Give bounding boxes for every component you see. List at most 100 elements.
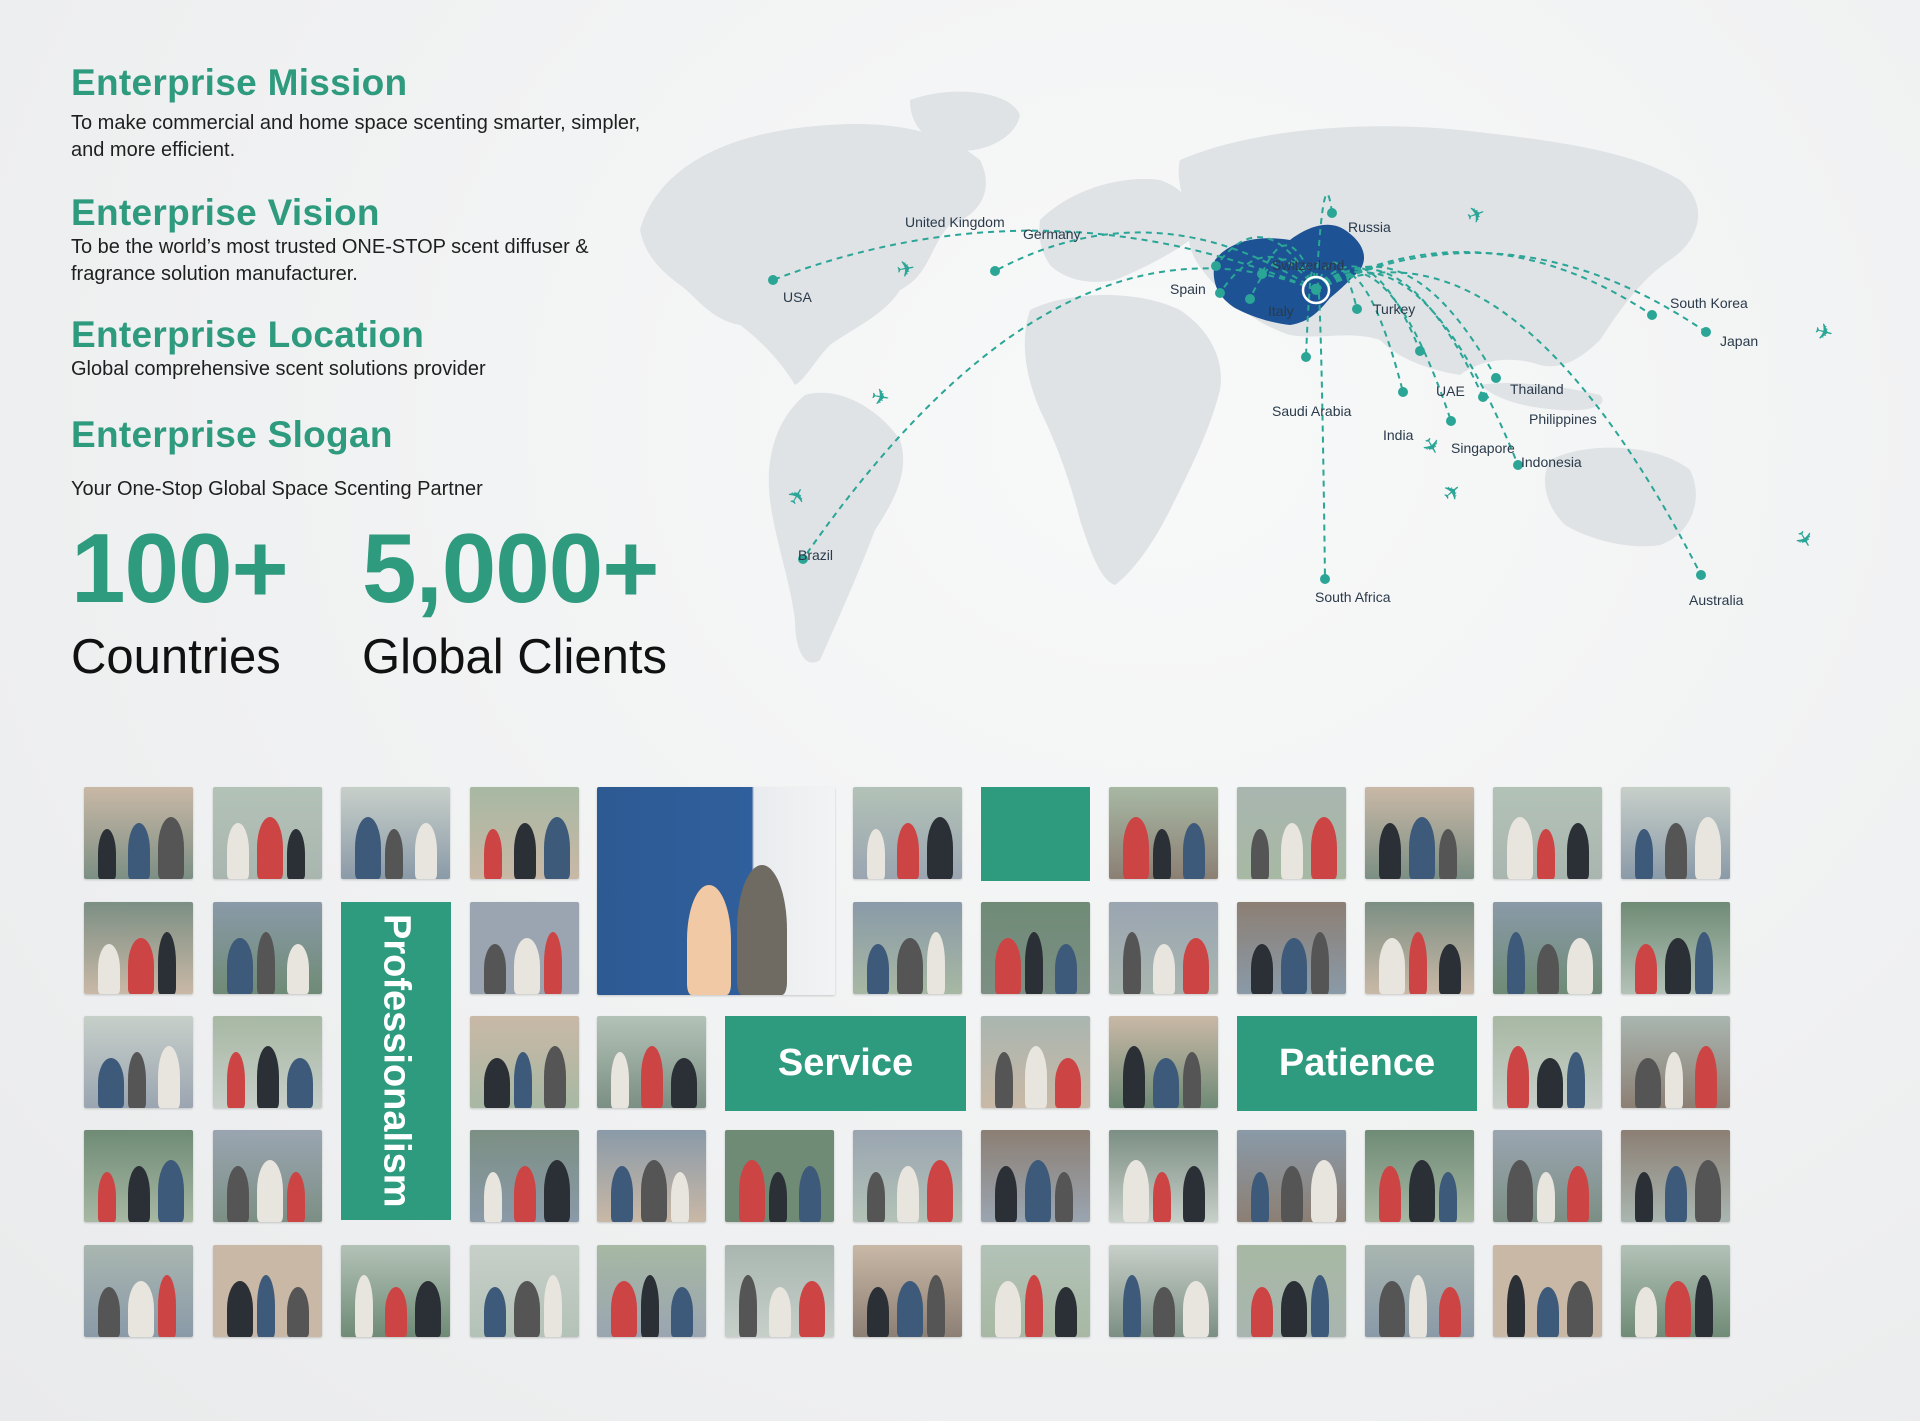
- event-photo: [1237, 902, 1346, 994]
- person-shape: [1695, 817, 1721, 879]
- person-shape: [1635, 1172, 1653, 1222]
- city-dot: [1478, 392, 1488, 402]
- city-dot: [1446, 416, 1456, 426]
- person-shape: [544, 1046, 566, 1108]
- person-shape: [98, 944, 120, 994]
- event-photo: [213, 902, 322, 994]
- person-shape: [1537, 1172, 1555, 1222]
- person-shape: [287, 829, 305, 879]
- person-shape: [1665, 1052, 1683, 1108]
- person-shape: [1537, 1287, 1559, 1337]
- person-shape: [227, 823, 249, 879]
- location-text: Global comprehensive scent solutions pro…: [71, 358, 486, 380]
- person-shape: [737, 865, 787, 995]
- event-photo: [84, 1245, 193, 1337]
- person-shape: [1439, 944, 1461, 994]
- person-shape: [1183, 1052, 1201, 1108]
- slogan-block: Enterprise Slogan Your One-Stop Global S…: [71, 414, 751, 503]
- vision-title: Enterprise Vision: [71, 192, 380, 233]
- person-shape: [1025, 1160, 1051, 1222]
- person-shape: [1379, 938, 1405, 994]
- event-photo: [1109, 787, 1218, 879]
- person-shape: [1537, 944, 1559, 994]
- person-shape: [1281, 938, 1307, 994]
- country-label: Russia: [1348, 219, 1391, 235]
- event-photo: [213, 1130, 322, 1222]
- event-photo: [597, 1245, 706, 1337]
- country-label: Spain: [1170, 281, 1206, 297]
- person-shape: [1635, 944, 1657, 994]
- event-photo: [853, 787, 962, 879]
- city-dot: [1398, 387, 1408, 397]
- person-shape: [611, 1281, 637, 1337]
- green-tile: [981, 787, 1090, 881]
- event-photo: [341, 1245, 450, 1337]
- person-shape: [415, 1281, 441, 1337]
- city-dot: [768, 275, 778, 285]
- event-photo: [725, 1245, 834, 1337]
- city-dot: [1415, 346, 1425, 356]
- continents: [640, 91, 1699, 663]
- location-title: Enterprise Location: [71, 314, 425, 355]
- person-shape: [1183, 1166, 1205, 1222]
- mission-title: Enterprise Mission: [71, 62, 408, 103]
- country-label: USA: [783, 289, 812, 305]
- city-dot: [1215, 288, 1225, 298]
- country-label: South Korea: [1670, 295, 1748, 311]
- country-label: Italy: [1268, 303, 1294, 319]
- person-shape: [1311, 1160, 1337, 1222]
- event-photo: [1621, 787, 1730, 879]
- person-shape: [1695, 1160, 1721, 1222]
- origin-dot: [1311, 285, 1321, 295]
- person-shape: [1439, 1287, 1461, 1337]
- person-shape: [897, 1166, 919, 1222]
- person-shape: [1567, 1166, 1589, 1222]
- stat-countries: 100+ Countries: [71, 513, 289, 686]
- person-shape: [1123, 1160, 1149, 1222]
- country-label: South Africa: [1315, 589, 1391, 605]
- event-photo: [470, 902, 579, 994]
- event-photo-large: [597, 787, 835, 995]
- person-shape: [1153, 829, 1171, 879]
- person-shape: [1635, 1058, 1661, 1108]
- country-label: Philippines: [1529, 411, 1597, 427]
- person-shape: [1123, 1046, 1145, 1108]
- country-label: UAE: [1436, 383, 1465, 399]
- person-shape: [671, 1058, 697, 1108]
- event-photo: [1237, 1245, 1346, 1337]
- person-shape: [544, 932, 562, 994]
- event-photo: [84, 902, 193, 994]
- person-shape: [897, 1281, 923, 1337]
- person-shape: [1183, 938, 1209, 994]
- plane-icon: ✈: [1789, 525, 1820, 553]
- person-shape: [1635, 1287, 1657, 1337]
- event-photo: [1493, 1130, 1602, 1222]
- person-shape: [257, 1275, 275, 1337]
- person-shape: [867, 944, 889, 994]
- person-shape: [1439, 1172, 1457, 1222]
- country-label: Saudi Arabia: [1272, 403, 1352, 419]
- event-photo: [84, 787, 193, 879]
- event-photo: [1621, 1016, 1730, 1108]
- person-shape: [257, 817, 283, 879]
- event-photo: [597, 1016, 706, 1108]
- stat-number: 100+: [71, 513, 289, 623]
- event-photo: [1621, 1245, 1730, 1337]
- city-dot: [1301, 352, 1311, 362]
- person-shape: [1665, 1281, 1691, 1337]
- south-america-shape: [768, 392, 904, 663]
- stat-clients: 5,000+ Global Clients: [362, 518, 667, 686]
- person-shape: [544, 1275, 562, 1337]
- city-dot: [1352, 304, 1362, 314]
- person-shape: [1281, 823, 1303, 879]
- person-shape: [799, 1166, 821, 1222]
- professionalism-tile: Professionalism: [341, 902, 451, 1220]
- person-shape: [1025, 1275, 1043, 1337]
- person-shape: [287, 944, 309, 994]
- event-photo: [1237, 1130, 1346, 1222]
- stat-label: Countries: [71, 630, 281, 684]
- person-shape: [611, 1166, 633, 1222]
- person-shape: [1153, 1172, 1171, 1222]
- plane-icon: ✈: [1437, 477, 1467, 508]
- person-shape: [1123, 1275, 1141, 1337]
